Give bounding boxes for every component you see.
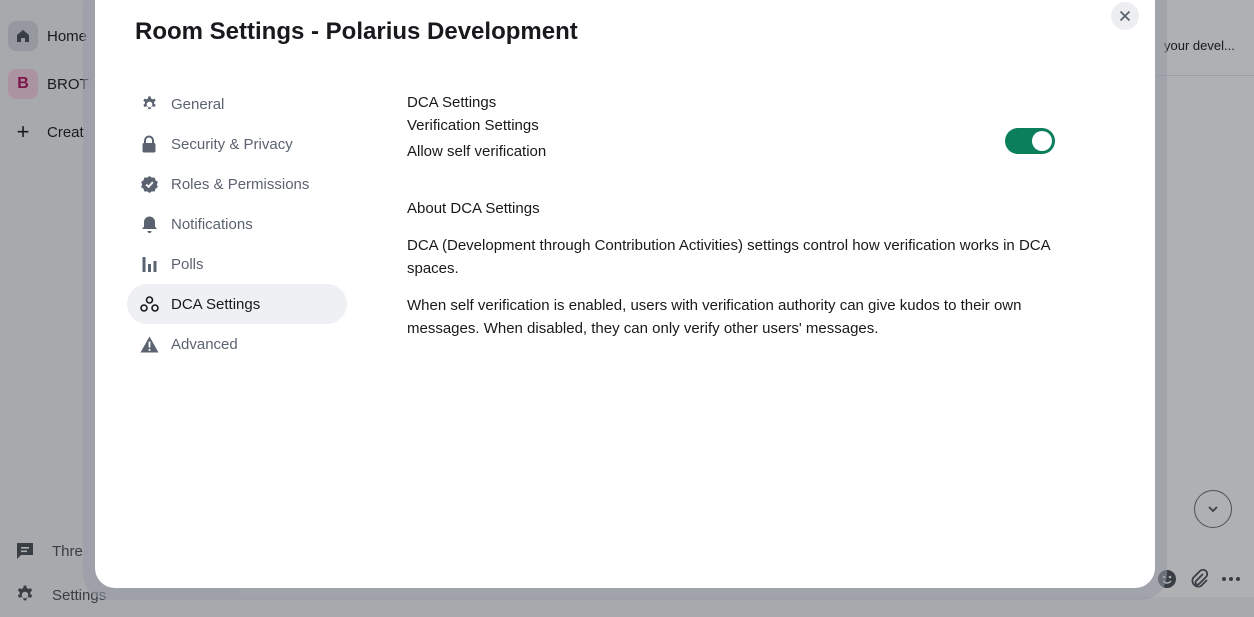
nav-item-label: General bbox=[171, 95, 225, 113]
warning-icon bbox=[139, 334, 159, 354]
nav-item-roles-permissions[interactable]: Roles & Permissions bbox=[127, 164, 347, 204]
about-paragraph-2: When self verification is enabled, users… bbox=[407, 297, 1022, 337]
nav-item-label: Notifications bbox=[171, 215, 253, 233]
panel-heading: DCA Settings bbox=[407, 94, 497, 111]
close-icon bbox=[1119, 10, 1131, 22]
nav-item-label: Roles & Permissions bbox=[171, 175, 310, 193]
dialog-title: Room Settings - Polarius Development bbox=[135, 18, 578, 45]
nav-item-label: DCA Settings bbox=[171, 295, 261, 313]
about-heading: About DCA Settings bbox=[407, 200, 540, 217]
nav-item-label: Advanced bbox=[171, 335, 238, 353]
nav-item-notifications[interactable]: Notifications bbox=[127, 204, 347, 244]
about-paragraph-1: DCA (Development through Contribution Ac… bbox=[407, 237, 1050, 277]
bell-icon bbox=[139, 214, 159, 234]
toggle-label: Allow self verification bbox=[407, 143, 547, 160]
nav-item-label: Security & Privacy bbox=[171, 135, 293, 153]
close-button[interactable] bbox=[1111, 2, 1139, 30]
nav-item-label: Polls bbox=[171, 255, 204, 273]
settings-nav: General Security & Privacy Roles & Permi… bbox=[127, 84, 347, 364]
nav-item-dca-settings[interactable]: DCA Settings bbox=[127, 284, 347, 324]
poll-icon bbox=[139, 254, 159, 274]
toggle-knob bbox=[1032, 131, 1052, 151]
dca-icon bbox=[139, 294, 159, 314]
lock-icon bbox=[139, 134, 159, 154]
badge-check-icon bbox=[139, 174, 159, 194]
gear-icon bbox=[139, 94, 159, 114]
nav-item-general[interactable]: General bbox=[127, 84, 347, 124]
nav-item-advanced[interactable]: Advanced bbox=[127, 324, 347, 364]
nav-item-polls[interactable]: Polls bbox=[127, 244, 347, 284]
self-verification-toggle[interactable] bbox=[1005, 128, 1055, 154]
section-heading: Verification Settings bbox=[407, 117, 539, 134]
room-settings-dialog: Room Settings - Polarius Development Gen… bbox=[95, 0, 1155, 588]
nav-item-security-privacy[interactable]: Security & Privacy bbox=[127, 124, 347, 164]
